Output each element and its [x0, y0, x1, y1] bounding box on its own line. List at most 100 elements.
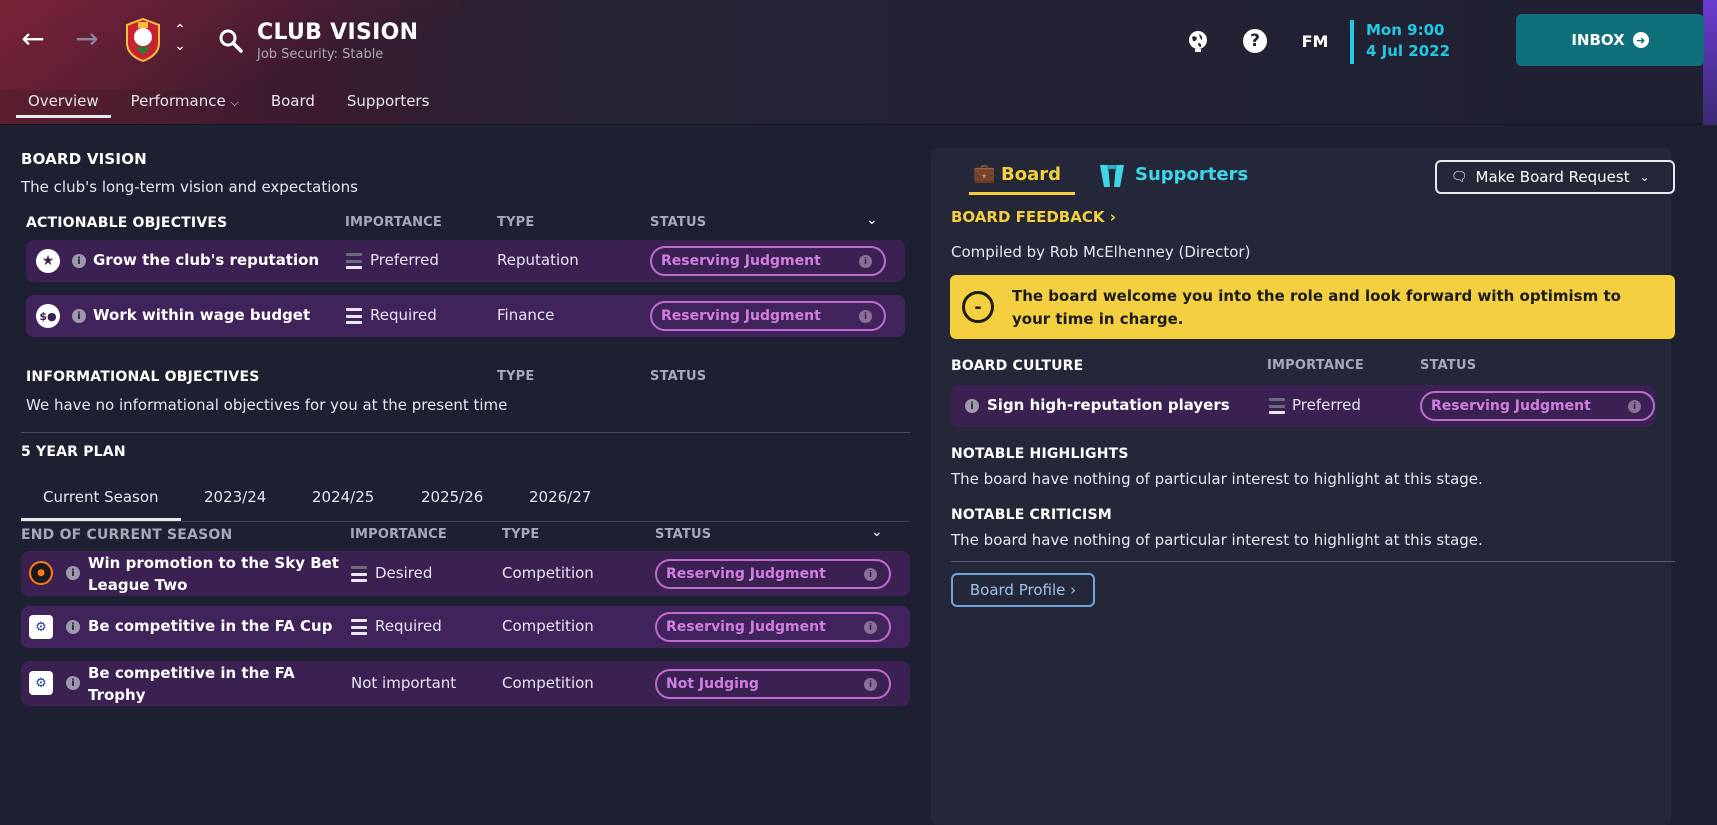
briefcase-icon: 💼	[973, 163, 996, 184]
type-value: Competition	[502, 674, 594, 692]
objective-row[interactable]: ★ i Grow the club's reputation Preferred…	[26, 240, 905, 282]
info-icon[interactable]: i	[864, 568, 877, 581]
inbox-button[interactable]: INBOX ➜	[1516, 14, 1704, 66]
col-status: STATUS	[655, 527, 712, 542]
section-divider	[951, 561, 1675, 562]
back-arrow-icon[interactable]: ←	[18, 22, 48, 55]
speech-bubble-icon: 🗨	[1451, 169, 1468, 185]
type-value: Finance	[497, 306, 555, 324]
club-switch-chevrons-icon[interactable]: ⌃ ⌄	[172, 22, 188, 58]
objective-name-line2: League Two	[88, 576, 188, 594]
objective-name: Work within wage budget	[93, 306, 311, 324]
col-status: STATUS	[650, 369, 707, 384]
notable-criticism-title: NOTABLE CRITICISM	[951, 507, 1112, 523]
info-icon[interactable]: i	[66, 566, 80, 580]
status-badge[interactable]: Reserving Judgment i	[1420, 391, 1655, 421]
info-icon[interactable]: i	[859, 310, 872, 323]
scrollbar-track[interactable]	[1704, 125, 1717, 825]
status-badge[interactable]: Reserving Judgment i	[650, 246, 886, 276]
culture-row[interactable]: i Sign high-reputation players Preferred…	[951, 385, 1655, 427]
info-icon[interactable]: i	[864, 678, 877, 691]
info-icon[interactable]: i	[864, 621, 877, 634]
info-icon[interactable]: i	[66, 676, 80, 690]
status-badge[interactable]: Reserving Judgment i	[650, 301, 886, 331]
objective-row[interactable]: ● i Win promotion to the Sky Bet League …	[21, 551, 910, 596]
compiled-by-text: Compiled by Rob McElhenney (Director)	[951, 243, 1251, 261]
info-icon[interactable]: i	[859, 255, 872, 268]
tab-label: Overview	[28, 92, 99, 110]
button-label: Make Board Request	[1475, 168, 1630, 186]
tab-performance[interactable]: Performance ⌵	[119, 90, 251, 118]
informational-empty-text: We have no informational objectives for …	[26, 396, 508, 414]
board-feedback-link[interactable]: BOARD FEEDBACK ›	[951, 208, 1116, 226]
tab-overview[interactable]: Overview	[16, 90, 111, 118]
tab-board[interactable]: Board	[259, 90, 327, 118]
info-icon[interactable]: i	[1628, 400, 1641, 413]
board-vision-description: The club's long-term vision and expectat…	[21, 178, 358, 196]
chevron-down-icon: ⌄	[1639, 170, 1650, 184]
type-value: Competition	[502, 617, 594, 635]
plan-tab-2024-25[interactable]: 2024/25	[312, 488, 374, 506]
status-badge[interactable]: Reserving Judgment i	[655, 559, 891, 589]
panel-tab-board[interactable]: 💼 Board	[969, 160, 1075, 195]
importance-bars-icon	[346, 253, 362, 269]
col-importance: IMPORTANCE	[1267, 358, 1364, 373]
status-text: Reserving Judgment	[661, 308, 821, 324]
make-board-request-button[interactable]: 🗨 Make Board Request ⌄	[1435, 160, 1675, 194]
notable-highlights-title: NOTABLE HIGHLIGHTS	[951, 446, 1129, 462]
header-edge-decoration	[1703, 0, 1717, 125]
info-icon[interactable]: i	[72, 254, 86, 268]
tabs-divider	[21, 521, 910, 522]
status-text: Reserving Judgment	[661, 253, 821, 269]
search-icon[interactable]	[218, 28, 244, 54]
feedback-text: The board welcome you into the role and …	[1012, 287, 1621, 328]
status-badge[interactable]: Reserving Judgment i	[655, 612, 891, 642]
panel-tab-label: Board	[1001, 164, 1061, 185]
tab-label: Performance	[130, 92, 226, 110]
board-profile-button[interactable]: Board Profile ›	[951, 573, 1095, 607]
objective-row[interactable]: $● i Work within wage budget Required Fi…	[26, 295, 905, 337]
collapse-chevron-icon[interactable]: ⌄	[871, 524, 883, 540]
club-crest-icon[interactable]	[125, 17, 161, 63]
plan-tab-2026-27[interactable]: 2026/27	[529, 488, 591, 506]
fm-logo[interactable]: FM	[1297, 27, 1333, 55]
tab-supporters[interactable]: Supporters	[335, 90, 442, 118]
plan-tab-2025-26[interactable]: 2025/26	[421, 488, 483, 506]
game-date[interactable]: Mon 9:00 4 Jul 2022	[1350, 20, 1450, 64]
objective-row[interactable]: ⚙ i Be competitive in the FA Trophy Not …	[21, 661, 910, 706]
day-time-text: Mon 9:00	[1366, 21, 1445, 39]
info-icon[interactable]: i	[66, 620, 80, 634]
status-badge[interactable]: Not Judging i	[655, 669, 891, 699]
fa-trophy-icon: ⚙	[29, 671, 53, 695]
objective-name-line1: Be competitive in the FA	[88, 664, 295, 682]
col-importance: IMPORTANCE	[350, 527, 447, 542]
plan-tab-current-season[interactable]: Current Season	[21, 486, 181, 521]
plan-tab-2023-24[interactable]: 2023/24	[204, 488, 266, 506]
globe-icon[interactable]	[1184, 27, 1212, 55]
board-feedback-title: BOARD FEEDBACK	[951, 208, 1105, 226]
forward-arrow-icon[interactable]: →	[72, 22, 102, 55]
help-icon[interactable]: ?	[1241, 27, 1269, 55]
culture-objective: Sign high-reputation players	[987, 396, 1230, 414]
importance-value: Desired	[375, 564, 433, 582]
col-importance: IMPORTANCE	[345, 215, 442, 230]
importance-value: Preferred	[370, 251, 439, 269]
info-icon[interactable]: i	[72, 309, 86, 323]
col-type: TYPE	[497, 215, 535, 230]
tab-label: Board	[270, 92, 315, 110]
neutral-mood-icon: -	[962, 291, 994, 323]
importance-bars-icon	[346, 308, 362, 324]
board-culture-header: BOARD CULTURE	[951, 358, 1084, 374]
plan-tab-label: Current Season	[43, 488, 159, 506]
chevron-right-icon: ›	[1070, 581, 1077, 599]
wage-icon: $●	[36, 304, 60, 328]
status-text: Reserving Judgment	[666, 566, 826, 582]
col-type: TYPE	[502, 527, 540, 542]
panel-tab-supporters[interactable]: Supporters	[1098, 160, 1248, 192]
objective-row[interactable]: ⚙ i Be competitive in the FA Cup Require…	[21, 606, 910, 648]
page-title: CLUB VISION	[257, 20, 419, 45]
collapse-chevron-icon[interactable]: ⌄	[866, 212, 878, 228]
objective-name-line2: Trophy	[88, 686, 146, 704]
info-icon[interactable]: i	[965, 399, 979, 413]
notable-criticism-text: The board have nothing of particular int…	[951, 531, 1483, 549]
